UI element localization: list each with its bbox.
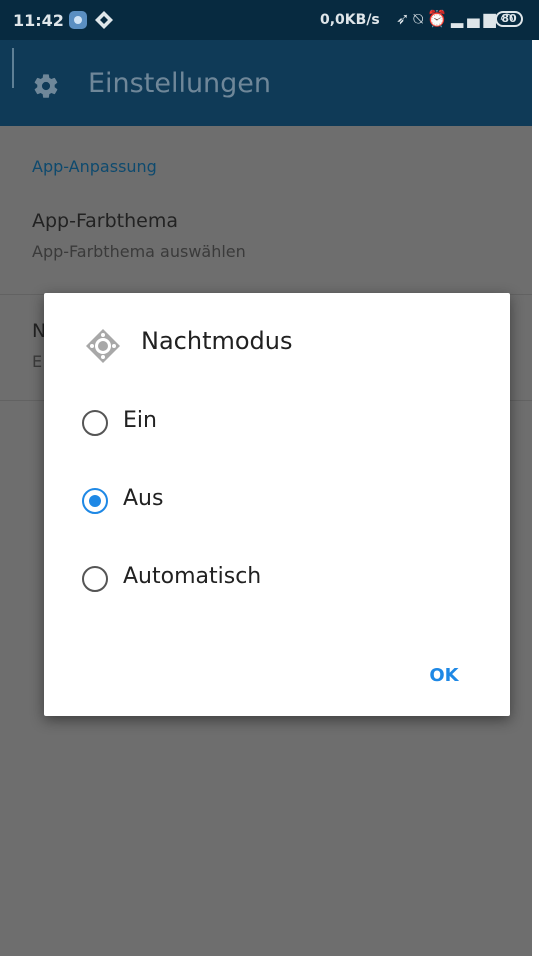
radio-option-ein[interactable]: Ein	[82, 407, 472, 439]
notification-app-icon	[69, 11, 87, 29]
radio-button[interactable]	[82, 410, 108, 436]
app-bar: Einstellungen	[0, 40, 539, 126]
radio-button[interactable]	[82, 566, 108, 592]
signal-icon: ▂▄▆	[450, 9, 500, 28]
screen: 11:42 0,0KB/s ➶⍉⏰▂▄▆◠ 80 Einstellungen A…	[0, 0, 539, 963]
radio-option-aus[interactable]: Aus	[82, 485, 472, 517]
ok-button[interactable]: OK	[418, 661, 470, 691]
setting-item-app-theme[interactable]: App-Farbthema App-Farbthema auswählen	[0, 202, 539, 295]
radio-label: Ein	[123, 408, 157, 433]
alarm-icon: ⏰	[427, 9, 451, 28]
network-speed: 0,0KB/s	[320, 12, 380, 28]
app-title: Einstellungen	[88, 68, 272, 99]
gear-icon	[34, 74, 58, 98]
radio-option-automatisch[interactable]: Automatisch	[82, 563, 472, 595]
radio-label: Aus	[123, 486, 164, 511]
app-bar-edge	[12, 48, 14, 88]
screen-edge-right	[532, 40, 539, 963]
location-icon: ➶	[396, 9, 414, 28]
radio-label: Automatisch	[123, 564, 262, 589]
screen-edge-bottom	[0, 956, 539, 963]
night-mode-icon	[86, 329, 120, 363]
mute-icon: ⍉	[413, 9, 428, 28]
status-bar: 11:42 0,0KB/s ➶⍉⏰▂▄▆◠ 80	[0, 0, 539, 40]
dialog-title: Nachtmodus	[141, 327, 293, 355]
notification-diamond-icon	[95, 11, 113, 29]
setting-item-subtitle: App-Farbthema auswählen	[32, 242, 246, 261]
section-header: App-Anpassung	[32, 157, 157, 176]
status-time: 11:42	[13, 11, 64, 30]
radio-button-selected[interactable]	[82, 488, 108, 514]
setting-item-subtitle: E	[32, 352, 43, 371]
setting-item-title: App-Farbthema	[32, 210, 179, 232]
night-mode-dialog: Nachtmodus Ein Aus Automatisch OK	[44, 293, 510, 716]
battery-icon: 80	[495, 11, 523, 27]
